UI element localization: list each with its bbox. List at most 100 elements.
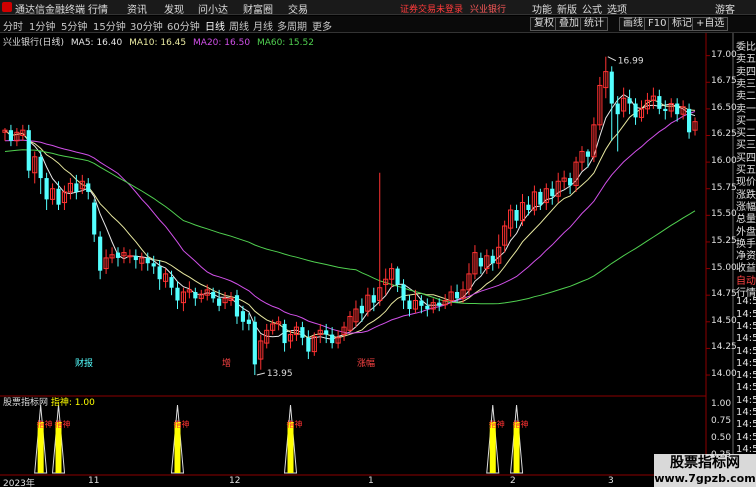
period-weekly[interactable]: 周线 <box>229 18 249 33</box>
candle-body <box>514 210 519 221</box>
watermark-url: www.7gpzb.com <box>654 472 756 485</box>
date-feb: 2 <box>510 476 516 486</box>
event-increase[interactable]: 增 <box>222 356 231 369</box>
kline-chart[interactable]: 16.9913.95指神指神指神指神指神指神指神 <box>0 33 756 487</box>
period-60min[interactable]: 60分钟 <box>167 18 200 33</box>
overlay-button[interactable]: 叠加 <box>555 17 583 31</box>
period-more[interactable]: 更多 <box>312 18 332 33</box>
candle-body <box>437 302 442 306</box>
candle-body <box>217 298 222 306</box>
menu-news[interactable]: 资讯 <box>127 1 147 16</box>
adjust-button[interactable]: 复权 <box>530 17 558 31</box>
candle-body <box>526 204 531 211</box>
indicator-bar <box>287 422 294 473</box>
candle-body <box>38 156 43 179</box>
quote-label: 14:5 <box>736 308 756 320</box>
user-guest[interactable]: 游客 <box>715 1 735 16</box>
ma60-line <box>4 149 696 305</box>
candle-body <box>675 103 680 115</box>
indicator-tick-label: 0.75 <box>711 416 732 426</box>
ma5-legend: MA5: 16.40 <box>70 38 123 48</box>
period-5min[interactable]: 5分钟 <box>61 18 87 33</box>
indicator-signal-label: 指神 <box>173 419 189 429</box>
candle-body <box>211 291 216 299</box>
indicator-tick-label: 1.00 <box>711 399 732 409</box>
menu-options[interactable]: 选项 <box>607 1 627 16</box>
candle-body <box>454 291 460 299</box>
candle-body <box>234 295 240 317</box>
candle-body <box>538 191 543 205</box>
candle-body <box>550 188 555 197</box>
draw-line-button[interactable]: 画线 <box>619 17 647 31</box>
period-daily[interactable]: 日线 <box>205 18 225 33</box>
indicator-bar <box>37 422 44 473</box>
quote-label: 14:5 <box>736 320 756 332</box>
watermark: 股票指标网 www.7gpzb.com <box>654 454 756 487</box>
app-logo-icon <box>2 2 12 12</box>
quote-label: 14:5 <box>736 333 756 345</box>
y-tick-label: 16.00 <box>711 156 737 167</box>
add-watchlist-button[interactable]: +自选 <box>692 17 729 31</box>
menu-quotes[interactable]: 行情 <box>88 1 108 16</box>
indicator-name: 股票指标网 <box>3 398 49 408</box>
event-rise[interactable]: 涨幅 <box>357 356 375 369</box>
menu-wealth-circle[interactable]: 财富圈 <box>243 1 273 16</box>
extreme-pointer <box>607 56 617 62</box>
indicator-bar <box>174 422 181 473</box>
menu-function[interactable]: 功能 <box>532 1 552 16</box>
login-notice[interactable]: 证券交易未登录 <box>400 2 463 15</box>
candle-body <box>127 255 133 258</box>
indicator-bar <box>55 422 62 473</box>
candle-body <box>246 319 251 324</box>
menu-new-version[interactable]: 新版 <box>557 1 577 16</box>
menu-discover[interactable]: 发现 <box>164 1 184 16</box>
period-15min[interactable]: 15分钟 <box>93 18 126 33</box>
indicator-header: 股票指标网 指神: 1.00 <box>3 395 95 408</box>
extreme-label: 13.95 <box>267 369 293 379</box>
candle-body <box>615 103 620 115</box>
indicator-bar <box>489 422 496 473</box>
menu-trade[interactable]: 交易 <box>288 1 308 16</box>
y-tick-label: 14.00 <box>711 369 737 380</box>
period-intraday[interactable]: 分时 <box>3 18 23 33</box>
candle-body <box>252 321 257 365</box>
y-tick-label: 14.50 <box>711 315 737 326</box>
candle-body <box>478 257 483 267</box>
candle-body <box>585 151 591 157</box>
menu-ask[interactable]: 问小达 <box>198 1 228 16</box>
menu-formula[interactable]: 公式 <box>582 1 602 16</box>
candle-body <box>56 188 61 205</box>
f10-button[interactable]: F10 <box>644 17 671 31</box>
quote-label: 14:5 <box>736 357 756 369</box>
candle-body <box>282 323 287 344</box>
statistics-button[interactable]: 统计 <box>580 17 608 31</box>
indicator-tick-label: 0.50 <box>711 433 732 443</box>
date-dec: 12 <box>229 476 241 486</box>
ma20-legend: MA20: 16.50 <box>193 38 251 48</box>
candle-body <box>306 337 311 352</box>
period-multi[interactable]: 多周期 <box>277 18 307 33</box>
indicator-signal-label: 指神 <box>287 419 303 429</box>
quote-panel-divider <box>732 33 734 487</box>
event-earnings[interactable]: 财报 <box>75 356 93 369</box>
candle-body <box>407 300 412 310</box>
candle-body <box>568 178 573 186</box>
indicator-signal-label: 指神 <box>489 419 505 429</box>
candle-body <box>627 98 632 104</box>
candle-body <box>609 71 614 104</box>
period-1min[interactable]: 1分钟 <box>29 18 55 33</box>
period-30min[interactable]: 30分钟 <box>130 18 163 33</box>
app-title: 通达信金融终端 <box>15 5 85 16</box>
indicator-signal-label: 指神 <box>513 419 529 429</box>
y-tick-label: 15.25 <box>711 235 737 246</box>
candle-body <box>663 108 668 112</box>
candle-body <box>419 300 424 306</box>
candle-body <box>74 183 79 192</box>
period-monthly[interactable]: 月线 <box>253 18 273 33</box>
candle-body <box>26 130 31 171</box>
current-stock-name: 兴业银行 <box>470 5 507 15</box>
candle-body <box>371 295 376 303</box>
chart-header: 兴业银行(日线) MA5: 16.40 MA10: 16.45 MA20: 16… <box>3 35 318 48</box>
y-tick-label: 14.75 <box>711 289 737 300</box>
ma10-legend: MA10: 16.45 <box>129 38 187 48</box>
